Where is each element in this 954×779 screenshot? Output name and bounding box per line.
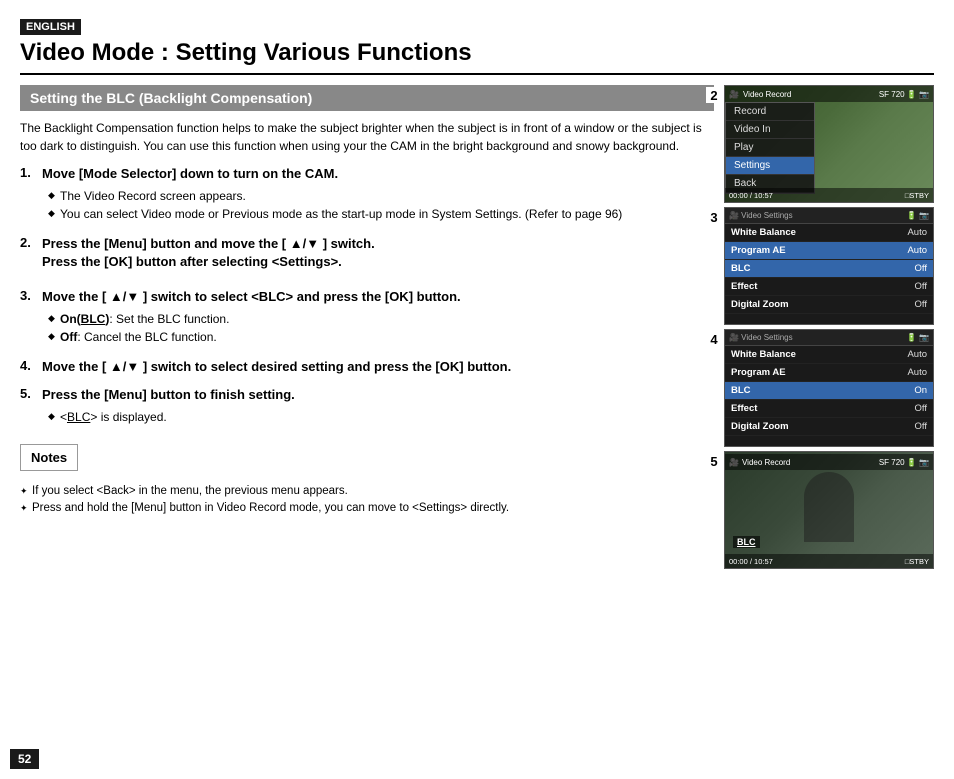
screen-3-row-pae: Program AEAuto: [725, 242, 933, 260]
steps-area: 1. Move [Mode Selector] down to turn on …: [20, 165, 714, 426]
screen-3: 🎥 Video Settings🔋 📷 White BalanceAuto Pr…: [724, 207, 934, 325]
screen-5-blc: BLC: [733, 536, 760, 548]
right-screenshots: 2 🎥Video RecordSF 720 🔋 📷 Record Video I…: [724, 85, 934, 569]
screen-5-step-num: 5: [706, 453, 722, 469]
step-5-bullet-1: <BLC> is displayed.: [50, 408, 714, 426]
screen-3-top-bar: 🎥 Video Settings🔋 📷: [725, 208, 933, 224]
step-1-bullet-1: The Video Record screen appears.: [50, 187, 714, 205]
screen-4-row-effect: EffectOff: [725, 400, 933, 418]
step-1-content: Move [Mode Selector] down to turn on the…: [42, 165, 714, 223]
step-3-bullets: On(BLC): Set the BLC function. Off: Canc…: [42, 310, 714, 346]
screen-3-row-dzoom: Digital ZoomOff: [725, 296, 933, 314]
screen-4-row-dzoom: Digital ZoomOff: [725, 418, 933, 436]
english-tag: ENGLISH: [20, 19, 81, 35]
page-number: 52: [10, 749, 39, 769]
notes-list: If you select <Back> in the menu, the pr…: [20, 483, 714, 518]
step-1-number: 1.: [20, 165, 42, 223]
step-5-number: 5.: [20, 386, 42, 426]
step-5: 5. Press the [Menu] button to finish set…: [20, 386, 714, 426]
screen-2-step-num: 2: [706, 87, 722, 103]
left-content: Setting the BLC (Backlight Compensation)…: [20, 85, 714, 569]
step-5-bullets: <BLC> is displayed.: [42, 408, 714, 426]
step-3-content: Move the [ ▲/▼ ] switch to select <BLC> …: [42, 288, 714, 346]
screen-2-menu: Record Video In Play Settings Back: [725, 102, 815, 194]
step-3-number: 3.: [20, 288, 42, 346]
step-2-content: Press the [Menu] button and move the [ ▲…: [42, 235, 714, 275]
screen-4: 🎥 Video Settings🔋 📷 White BalanceAuto Pr…: [724, 329, 934, 447]
screen-3-row-blc: BLCOff: [725, 260, 933, 278]
menu-video-in: Video In: [726, 121, 814, 139]
step-3-title: Move the [ ▲/▼ ] switch to select <BLC> …: [42, 288, 714, 306]
menu-play: Play: [726, 139, 814, 157]
notes-label: Notes: [31, 450, 67, 465]
step-2-title: Press the [Menu] button and move the [ ▲…: [42, 235, 714, 271]
screen-5: 🎥Video RecordSF 720 🔋 📷 BLC 00:00 / 10:5…: [724, 451, 934, 569]
step-3-bullet-1: On(BLC): Set the BLC function.: [50, 310, 714, 328]
step-2-number: 2.: [20, 235, 42, 275]
screen-5-bottom: 00:00 / 10:57□STBY: [725, 554, 933, 568]
note-1: If you select <Back> in the menu, the pr…: [20, 483, 714, 500]
content-layout: Setting the BLC (Backlight Compensation)…: [20, 85, 934, 569]
main-title: Video Mode : Setting Various Functions: [20, 39, 934, 75]
menu-settings: Settings: [726, 157, 814, 175]
step-1-bullet-2: You can select Video mode or Previous mo…: [50, 205, 714, 223]
screen-4-top-bar: 🎥 Video Settings🔋 📷: [725, 330, 933, 346]
screen-4-row-pae: Program AEAuto: [725, 364, 933, 382]
step-1-bullets: The Video Record screen appears. You can…: [42, 187, 714, 223]
step-2: 2. Press the [Menu] button and move the …: [20, 235, 714, 275]
step-4-content: Move the [ ▲/▼ ] switch to select desire…: [42, 358, 714, 380]
step-3-bullet-2: Off: Cancel the BLC function.: [50, 328, 714, 346]
screen-4-step-num: 4: [706, 331, 722, 347]
notes-box: Notes: [20, 444, 78, 471]
screen-4-row-wb: White BalanceAuto: [725, 346, 933, 364]
menu-record: Record: [726, 103, 814, 121]
screen-3-step-num: 3: [706, 209, 722, 225]
step-4-title: Move the [ ▲/▼ ] switch to select desire…: [42, 358, 714, 376]
notes-section: Notes If you select <Back> in the menu, …: [20, 434, 714, 518]
screen-4-row-blc: BLCOn: [725, 382, 933, 400]
screen-5-top-bar: 🎥Video RecordSF 720 🔋 📷: [725, 454, 933, 470]
screen-2-top-bar: 🎥Video RecordSF 720 🔋 📷: [725, 86, 933, 102]
step-1: 1. Move [Mode Selector] down to turn on …: [20, 165, 714, 223]
step-5-title: Press the [Menu] button to finish settin…: [42, 386, 714, 404]
step-1-title: Move [Mode Selector] down to turn on the…: [42, 165, 714, 183]
step-5-content: Press the [Menu] button to finish settin…: [42, 386, 714, 426]
note-2: Press and hold the [Menu] button in Vide…: [20, 500, 714, 517]
step-4: 4. Move the [ ▲/▼ ] switch to select des…: [20, 358, 714, 380]
intro-text: The Backlight Compensation function help…: [20, 119, 714, 155]
step-4-number: 4.: [20, 358, 42, 380]
section-heading: Setting the BLC (Backlight Compensation): [20, 85, 714, 111]
page-container: ENGLISH Video Mode : Setting Various Fun…: [0, 0, 954, 779]
step-3: 3. Move the [ ▲/▼ ] switch to select <BL…: [20, 288, 714, 346]
screen-2-bottom: 00:00 / 10:57□STBY: [725, 188, 933, 202]
screen-3-row-effect: EffectOff: [725, 278, 933, 296]
screen-2: 🎥Video RecordSF 720 🔋 📷 Record Video In …: [724, 85, 934, 203]
screen-3-row-wb: White BalanceAuto: [725, 224, 933, 242]
